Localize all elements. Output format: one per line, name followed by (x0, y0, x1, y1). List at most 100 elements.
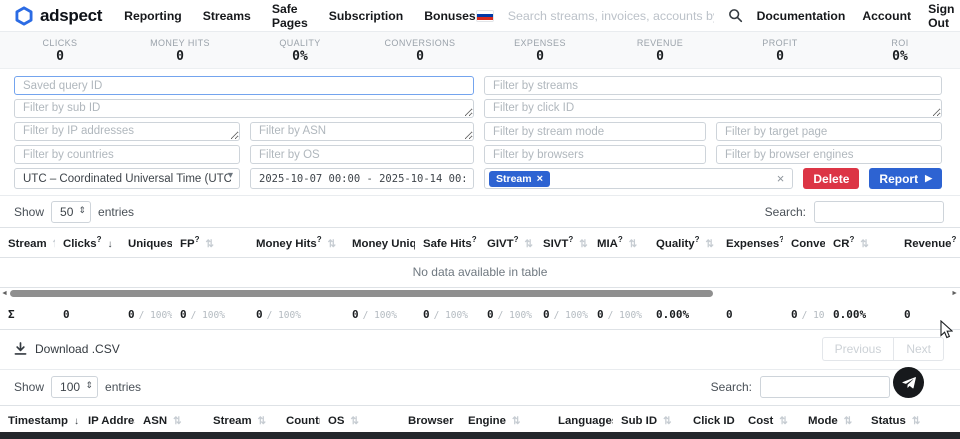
group-by-tag-stream[interactable]: Stream × (489, 171, 550, 187)
filter-countries-input[interactable] (14, 145, 240, 164)
page-size-select-wrap: 50 (51, 201, 91, 223)
search-label: Search: (711, 380, 752, 394)
report-column-header[interactable]: Money Uniques? (344, 228, 415, 258)
total-cell: Σ (0, 299, 55, 330)
sort-icon[interactable] (860, 238, 868, 250)
filter-click-id-textarea[interactable] (484, 99, 942, 118)
clicks-table-search-input[interactable] (760, 376, 890, 398)
sort-icon[interactable] (512, 415, 520, 427)
filter-browsers-input[interactable] (484, 145, 706, 164)
sort-icon[interactable] (328, 238, 336, 250)
nav-item[interactable]: Streams (203, 9, 251, 23)
tag-remove-icon[interactable]: × (537, 173, 543, 185)
total-value: Σ (8, 308, 15, 321)
column-label: IP Address (88, 415, 135, 427)
scrollbar-thumb[interactable] (10, 290, 713, 297)
report-column-header[interactable]: Safe Hits? (415, 228, 479, 258)
search-icon[interactable] (728, 8, 743, 23)
scroll-right-icon[interactable]: ► (951, 289, 958, 298)
group-by-tagbox[interactable]: Stream × × (484, 168, 793, 189)
report-button[interactable]: Report ▶ (869, 168, 942, 189)
report-column-header[interactable]: FP? (172, 228, 248, 258)
sort-icon[interactable] (74, 415, 79, 427)
stat-cell: CONVERSIONS 0 (360, 36, 480, 64)
stat-value: 0 (0, 49, 120, 64)
sort-icon[interactable] (706, 238, 714, 250)
adspect-logo[interactable]: adspect (14, 6, 102, 26)
total-value: 0 (256, 308, 263, 321)
top-link[interactable]: Documentation (757, 9, 846, 23)
bottom-scrollbar[interactable] (0, 432, 960, 439)
clicks-page-size-select[interactable]: 100 (51, 376, 98, 398)
sort-icon[interactable] (173, 415, 181, 427)
date-range-input[interactable] (250, 168, 474, 189)
sort-icon[interactable] (107, 238, 112, 250)
timezone-select[interactable]: UTC – Coordinated Universal Time (UTC+0) (14, 168, 240, 189)
stat-label: QUALITY (240, 38, 360, 48)
report-column-header[interactable]: Quality? (648, 228, 718, 258)
horizontal-scrollbar[interactable]: ◄ ► (0, 288, 960, 299)
report-column-header[interactable]: MIA? (589, 228, 648, 258)
show-label: Show (14, 205, 44, 219)
report-column-header[interactable]: Money Hits? (248, 228, 344, 258)
top-link[interactable]: Account (862, 9, 911, 23)
report-column-header[interactable]: Clicks? (55, 228, 120, 258)
timezone-select-wrap: UTC – Coordinated Universal Time (UTC+0) (14, 168, 240, 189)
report-column-header[interactable]: CR? (825, 228, 896, 258)
filter-target-page-input[interactable] (716, 122, 942, 141)
nav-item[interactable]: Subscription (329, 9, 403, 23)
filter-ip-addresses-textarea[interactable] (14, 122, 240, 141)
sort-icon[interactable] (663, 415, 671, 427)
report-column-header[interactable]: Conversions? (783, 228, 825, 258)
column-label: Safe Hits (423, 238, 472, 250)
sort-icon[interactable] (53, 238, 55, 250)
nav-item[interactable]: Reporting (124, 9, 182, 23)
page-size-select[interactable]: 50 (51, 201, 91, 223)
column-label: Stream (213, 415, 252, 427)
previous-page-button[interactable]: Previous (822, 337, 894, 361)
next-page-button[interactable]: Next (893, 337, 944, 361)
report-column-header[interactable]: Stream (0, 228, 55, 258)
clear-tags-icon[interactable]: × (777, 172, 785, 185)
filter-browser-engines-input[interactable] (716, 145, 942, 164)
report-column-header[interactable]: GIVT? (479, 228, 535, 258)
global-search-input[interactable] (508, 9, 714, 23)
telegram-support-button[interactable] (893, 367, 924, 398)
download-csv-link[interactable]: Download .CSV (14, 342, 120, 356)
sort-icon[interactable] (524, 238, 532, 250)
empty-table-message: No data available in table (0, 258, 960, 288)
report-column-header[interactable]: Expenses? (718, 228, 783, 258)
total-value: 0 (726, 308, 733, 321)
report-column-header[interactable]: Uniques? (120, 228, 172, 258)
help-marker: ? (695, 235, 700, 244)
language-flag-icon[interactable] (476, 10, 494, 22)
filter-sub-id-textarea[interactable] (14, 99, 474, 118)
sort-icon[interactable] (629, 238, 637, 250)
filter-os-input[interactable] (250, 145, 474, 164)
filter-streams-input[interactable] (484, 76, 942, 95)
sort-icon[interactable] (258, 415, 266, 427)
report-column-header[interactable]: SIVT? (535, 228, 589, 258)
report-table-search-input[interactable] (814, 201, 944, 223)
sort-icon[interactable] (205, 238, 213, 250)
filter-asn-textarea[interactable] (250, 122, 474, 141)
sort-icon[interactable] (779, 415, 787, 427)
top-link[interactable]: Sign Out (928, 2, 960, 30)
column-label: CR (833, 238, 849, 250)
column-label: MIA (597, 238, 618, 250)
sort-icon[interactable] (579, 238, 587, 250)
delete-button[interactable]: Delete (803, 168, 859, 189)
total-cell: 0 (55, 299, 120, 330)
nav-item[interactable]: Bonuses (424, 9, 475, 23)
filter-stream-mode-input[interactable] (484, 122, 706, 141)
saved-query-id-input[interactable] (14, 76, 474, 95)
sort-icon[interactable] (350, 415, 358, 427)
stat-cell: QUALITY 0% (240, 36, 360, 64)
report-column-header[interactable]: Revenue? (896, 228, 960, 258)
scroll-left-icon[interactable]: ◄ (1, 289, 8, 298)
sort-icon[interactable] (844, 415, 852, 427)
nav-item[interactable]: Safe Pages (272, 2, 308, 30)
sort-icon[interactable] (912, 415, 920, 427)
table-footer-row: Download .CSV Previous Next (0, 330, 960, 369)
totals-row: Σ 0 0/ 100% 0/ 100% 0/ 100% 0/ 100% 0/ 1… (0, 299, 960, 330)
